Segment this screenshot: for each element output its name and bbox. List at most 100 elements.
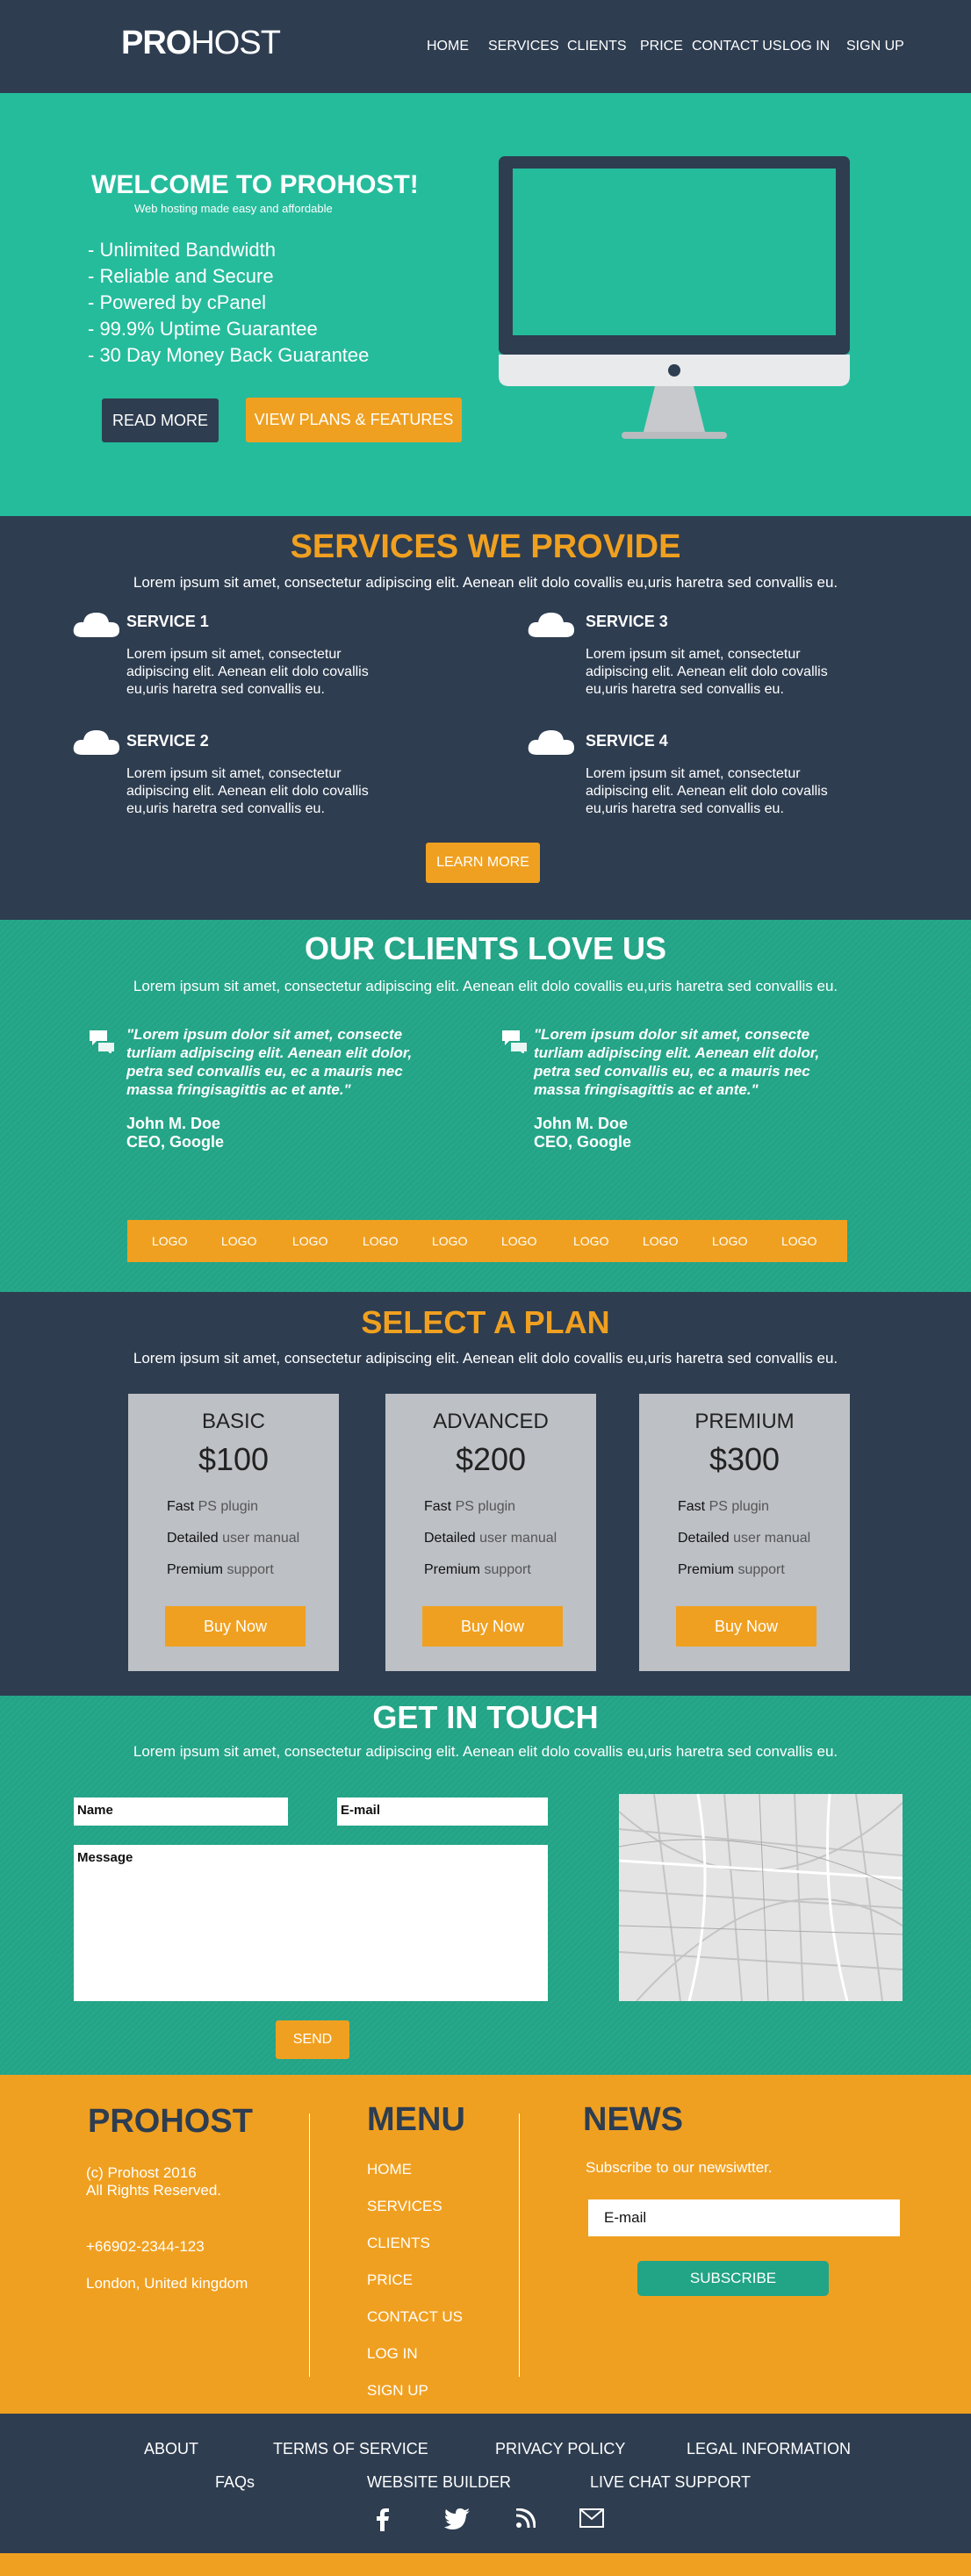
nav-services[interactable]: SERVICES: [488, 39, 559, 54]
hero-feature: - Powered by cPanel: [88, 291, 266, 313]
hero-feature: - 99.9% Uptime Guarantee: [88, 318, 318, 340]
services-section: SERVICES WE PROVIDE Lorem ipsum sit amet…: [0, 516, 971, 920]
plan-name: BASIC: [201, 1410, 266, 1433]
plan-card-basic: BASIC $100 Fast PS plugin Detailed user …: [128, 1394, 339, 1671]
site-logo[interactable]: PROHOST: [121, 25, 281, 62]
plans-description: Lorem ipsum sit amet, consectetur adipis…: [133, 1350, 838, 1367]
plan-price: $100: [198, 1441, 270, 1477]
service-item: SERVICE 2 Lorem ipsum sit amet, consecte…: [126, 732, 407, 818]
clients-title: OUR CLIENTS LOVE US: [304, 930, 667, 966]
service-text: Lorem ipsum sit amet, consectetur adipis…: [586, 766, 828, 816]
link-faqs[interactable]: FAQs: [215, 2473, 255, 2492]
service-text: Lorem ipsum sit amet, consectetur adipis…: [126, 647, 369, 697]
author-role: CEO, Google: [534, 1133, 632, 1151]
facebook-icon[interactable]: [376, 2508, 390, 2531]
speech-bubble-icon: [502, 1030, 527, 1053]
hero-feature: - 30 Day Money Back Guarantee: [88, 344, 370, 366]
link-about[interactable]: ABOUT: [144, 2440, 198, 2458]
service-item: SERVICE 3 Lorem ipsum sit amet, consecte…: [586, 613, 867, 699]
footer-menu-log-in[interactable]: LOG IN: [367, 2345, 418, 2363]
learn-more-button[interactable]: LEARN MORE: [426, 843, 540, 883]
footer-rights: All Rights Reserved.: [86, 2182, 222, 2199]
plan-price: $200: [455, 1441, 527, 1477]
service-name: SERVICE 2: [126, 732, 209, 750]
hero-section: WELCOME TO PROHOST! Web hosting made eas…: [0, 93, 971, 516]
site-header: PROHOST HOME SERVICES CLIENTS PRICE CONT…: [0, 0, 971, 93]
footer-brand: PROHOST: [88, 2103, 253, 2140]
plan-feature: Detailed user manual: [678, 1531, 811, 1546]
link-live-chat-support[interactable]: LIVE CHAT SUPPORT: [590, 2473, 751, 2492]
plan-feature: Premium support: [424, 1562, 531, 1577]
email-field[interactable]: E-mail: [337, 1797, 548, 1826]
link-legal-information[interactable]: LEGAL INFORMATION: [687, 2440, 851, 2458]
hero-feature-list: - Unlimited Bandwidth - Reliable and Sec…: [88, 237, 369, 369]
plan-feature: Fast PS plugin: [424, 1499, 516, 1514]
buy-now-button[interactable]: Buy Now: [165, 1606, 306, 1647]
bottom-links-bar: ABOUT TERMS OF SERVICE PRIVACY POLICY LE…: [0, 2414, 971, 2553]
client-logo: LOGO: [363, 1234, 399, 1248]
client-logo: LOGO: [221, 1234, 257, 1248]
plan-feature: Detailed user manual: [424, 1531, 557, 1546]
speech-bubble-icon: [90, 1030, 114, 1053]
link-terms-of-service[interactable]: TERMS OF SERVICE: [273, 2440, 428, 2458]
read-more-button[interactable]: READ MORE: [102, 398, 219, 442]
newsletter-email-input[interactable]: E-mail: [588, 2199, 900, 2236]
bottom-accent-strip: [0, 2553, 971, 2576]
link-privacy-policy[interactable]: PRIVACY POLICY: [495, 2440, 625, 2458]
rss-icon[interactable]: [516, 2508, 536, 2528]
footer-menu-sign-up[interactable]: SIGN UP: [367, 2382, 428, 2400]
nav-price[interactable]: PRICE: [640, 39, 683, 54]
buy-now-button[interactable]: Buy Now: [676, 1606, 816, 1647]
nav-sign-up[interactable]: SIGN UP: [846, 39, 904, 54]
site-footer: PROHOST (c) Prohost 2016 All Rights Rese…: [0, 2075, 971, 2414]
buy-now-button[interactable]: Buy Now: [422, 1606, 563, 1647]
plan-card-advanced: ADVANCED $200 Fast PS plugin Detailed us…: [385, 1394, 596, 1671]
services-title: SERVICES WE PROVIDE: [290, 528, 681, 565]
send-button[interactable]: SEND: [276, 2020, 349, 2059]
footer-news-title: NEWS: [583, 2101, 683, 2138]
client-logo: LOGO: [643, 1234, 679, 1248]
plan-feature: Premium support: [678, 1562, 785, 1577]
mail-icon[interactable]: [579, 2508, 604, 2528]
footer-menu-services[interactable]: SERVICES: [367, 2198, 442, 2215]
hero-feature: - Reliable and Secure: [88, 265, 274, 287]
service-name: SERVICE 3: [586, 613, 668, 630]
nav-log-in[interactable]: LOG IN: [782, 39, 830, 54]
plan-name: ADVANCED: [433, 1410, 549, 1433]
footer-menu-contact-us[interactable]: CONTACT US: [367, 2308, 463, 2326]
link-website-builder[interactable]: WEBSITE BUILDER: [367, 2473, 511, 2492]
hero-subtitle: Web hosting made easy and affordable: [134, 202, 333, 215]
twitter-icon[interactable]: [444, 2508, 471, 2529]
footer-divider: [519, 2113, 520, 2377]
footer-copyright: (c) Prohost 2016: [86, 2164, 197, 2181]
name-field[interactable]: Name: [74, 1797, 288, 1826]
contact-description: Lorem ipsum sit amet, consectetur adipis…: [133, 1743, 838, 1760]
footer-menu-title: MENU: [367, 2101, 465, 2138]
cloud-icon: [528, 613, 574, 637]
subscribe-button[interactable]: SUBSCRIBE: [637, 2261, 829, 2296]
footer-menu-clients[interactable]: CLIENTS: [367, 2235, 430, 2252]
service-text: Lorem ipsum sit amet, consectetur adipis…: [586, 647, 828, 697]
plans-title: SELECT A PLAN: [361, 1304, 610, 1340]
location-map[interactable]: [619, 1794, 903, 2001]
testimonial-quote: "Lorem ipsum dolor sit amet, consecte tu…: [126, 1026, 413, 1098]
nav-clients[interactable]: CLIENTS: [567, 39, 627, 54]
service-item: SERVICE 4 Lorem ipsum sit amet, consecte…: [586, 732, 867, 818]
message-field[interactable]: Message: [74, 1845, 548, 2001]
plan-feature: Detailed user manual: [167, 1531, 300, 1546]
nav-home[interactable]: HOME: [427, 39, 469, 54]
service-name: SERVICE 1: [126, 613, 209, 630]
author-name: John M. Doe: [534, 1115, 628, 1132]
plan-feature: Fast PS plugin: [678, 1499, 770, 1514]
plan-feature: Premium support: [167, 1562, 274, 1577]
view-plans-button[interactable]: VIEW PLANS & FEATURES: [246, 398, 462, 442]
client-logo: LOGO: [712, 1234, 748, 1248]
hero-title: WELCOME TO PROHOST!: [91, 170, 419, 199]
monitor-illustration: [499, 156, 850, 439]
client-logo: LOGO: [292, 1234, 328, 1248]
nav-contact-us[interactable]: CONTACT US: [692, 39, 782, 54]
footer-menu-home[interactable]: HOME: [367, 2161, 412, 2178]
client-logo: LOGO: [432, 1234, 468, 1248]
footer-menu-price[interactable]: PRICE: [367, 2271, 413, 2289]
service-item: SERVICE 1 Lorem ipsum sit amet, consecte…: [126, 613, 407, 699]
